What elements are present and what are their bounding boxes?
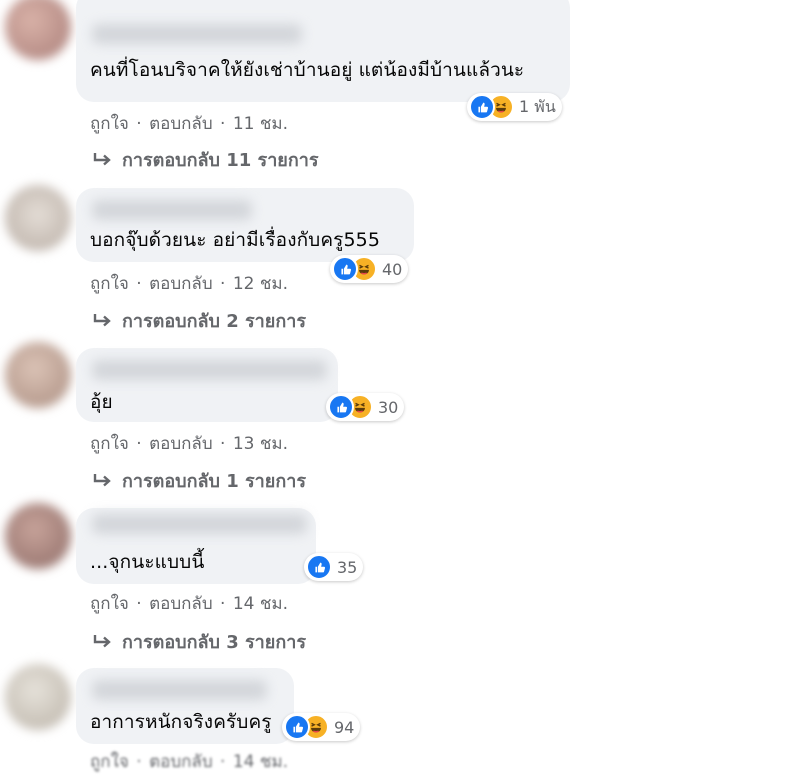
separator-dot: · — [136, 274, 142, 294]
view-replies-link[interactable]: การตอบกลับ 3 รายการ — [92, 627, 306, 656]
reaction-count: 94 — [334, 717, 355, 737]
author-name[interactable] — [92, 360, 327, 380]
author-name[interactable] — [92, 680, 267, 700]
author-name[interactable] — [92, 200, 252, 220]
separator-dot: · — [220, 434, 226, 454]
comment-text: บอกจุ๊บด้วยนะ อย่ามีเรื่องกับครู555 — [90, 229, 381, 251]
separator-dot: · — [136, 752, 142, 772]
reply-arrow-icon — [93, 152, 111, 165]
author-name[interactable] — [92, 24, 302, 44]
reaction-summary[interactable]: 1 พัน — [467, 93, 562, 121]
reply-arrow-icon — [93, 473, 111, 486]
like-reaction-icon — [306, 554, 332, 580]
timestamp[interactable]: 14 ชม. — [233, 590, 288, 617]
timestamp[interactable]: 13 ชม. — [233, 430, 288, 457]
comment-actions: ถูกใจ · ตอบกลับ · 11 ชม. — [90, 110, 288, 137]
avatar[interactable] — [5, 0, 71, 60]
view-replies-link[interactable]: การตอบกลับ 1 รายการ — [92, 466, 306, 495]
like-button[interactable]: ถูกใจ — [90, 110, 129, 137]
reply-button[interactable]: ตอบกลับ — [149, 430, 213, 457]
comment-actions: ถูกใจ · ตอบกลับ · 14 ชม. — [90, 590, 288, 617]
separator-dot: · — [136, 594, 142, 614]
like-button[interactable]: ถูกใจ — [90, 430, 129, 457]
like-reaction-icon — [328, 394, 354, 420]
avatar[interactable] — [5, 342, 71, 408]
reply-button[interactable]: ตอบกลับ — [149, 590, 213, 617]
separator-dot: · — [136, 434, 142, 454]
separator-dot: · — [220, 274, 226, 294]
replies-count-label: การตอบกลับ 2 รายการ — [122, 311, 307, 332]
avatar[interactable] — [5, 664, 71, 730]
replies-count-label: การตอบกลับ 11 รายการ — [122, 150, 319, 171]
reaction-count: 30 — [378, 397, 399, 417]
reply-button[interactable]: ตอบกลับ — [149, 270, 213, 297]
like-reaction-icon — [469, 94, 495, 120]
reply-button[interactable]: ตอบกลับ — [149, 748, 213, 775]
reaction-summary[interactable]: 94 — [282, 713, 361, 741]
reaction-count: 40 — [382, 259, 403, 279]
separator-dot: · — [220, 752, 226, 772]
comment-actions: ถูกใจ · ตอบกลับ · 12 ชม. — [90, 270, 288, 297]
view-replies-link[interactable]: การตอบกลับ 11 รายการ — [92, 145, 319, 174]
comment-bubble: บอกจุ๊บด้วยนะ อย่ามีเรื่องกับครู555 — [76, 188, 414, 262]
reaction-summary[interactable]: 35 — [304, 553, 364, 581]
comment-bubble: อุ้ย — [76, 348, 338, 422]
comment-text: อาการหนักจริงครับครู — [90, 711, 272, 733]
timestamp[interactable]: 11 ชม. — [233, 110, 288, 137]
reaction-count: 1 พัน — [519, 96, 556, 116]
view-replies-link[interactable]: การตอบกลับ 2 รายการ — [92, 306, 306, 335]
separator-dot: · — [220, 594, 226, 614]
comment-bubble: ...จุกนะแบบนี้ — [76, 508, 316, 584]
like-button[interactable]: ถูกใจ — [90, 590, 129, 617]
like-button[interactable]: ถูกใจ — [90, 748, 129, 775]
comment-text: ...จุกนะแบบนี้ — [90, 551, 205, 573]
reaction-summary[interactable]: 40 — [330, 255, 409, 283]
avatar[interactable] — [5, 185, 71, 251]
timestamp[interactable]: 12 ชม. — [233, 270, 288, 297]
timestamp[interactable]: 14 ชม. — [233, 748, 288, 775]
reaction-summary[interactable]: 30 — [326, 393, 405, 421]
reply-button[interactable]: ตอบกลับ — [149, 110, 213, 137]
like-reaction-icon — [332, 256, 358, 282]
like-reaction-icon — [284, 714, 310, 740]
comment-actions: ถูกใจ · ตอบกลับ · 14 ชม. — [90, 748, 288, 775]
reaction-count: 35 — [337, 557, 358, 577]
like-button[interactable]: ถูกใจ — [90, 270, 129, 297]
reply-arrow-icon — [93, 313, 111, 326]
separator-dot: · — [220, 114, 226, 134]
reply-arrow-icon — [93, 634, 111, 647]
comment-bubble: คนที่โอนบริจาคให้ยังเช่าบ้านอยู่ แต่น้อง… — [76, 0, 570, 102]
separator-dot: · — [136, 114, 142, 134]
replies-count-label: การตอบกลับ 1 รายการ — [122, 471, 307, 492]
comment-text: คนที่โอนบริจาคให้ยังเช่าบ้านอยู่ แต่น้อง… — [90, 59, 525, 81]
replies-count-label: การตอบกลับ 3 รายการ — [122, 632, 307, 653]
author-name[interactable] — [92, 514, 307, 534]
avatar[interactable] — [5, 503, 71, 569]
comment-bubble: อาการหนักจริงครับครู — [76, 668, 294, 744]
comment-actions: ถูกใจ · ตอบกลับ · 13 ชม. — [90, 430, 288, 457]
comment-text: อุ้ย — [90, 391, 113, 413]
